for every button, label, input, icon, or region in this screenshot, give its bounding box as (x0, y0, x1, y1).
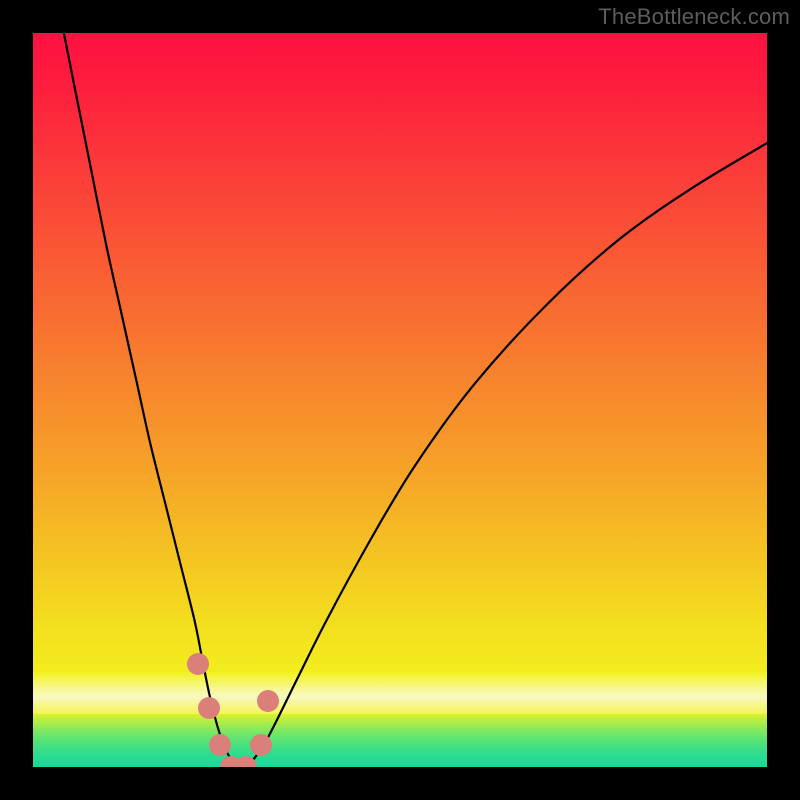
chart-frame: TheBottleneck.com (0, 0, 800, 800)
curve-marker (250, 734, 272, 756)
watermark-label: TheBottleneck.com (598, 4, 790, 30)
plot-area (33, 33, 767, 767)
bottleneck-curve (33, 33, 767, 767)
curve-marker (257, 690, 279, 712)
curve-marker (209, 734, 231, 756)
